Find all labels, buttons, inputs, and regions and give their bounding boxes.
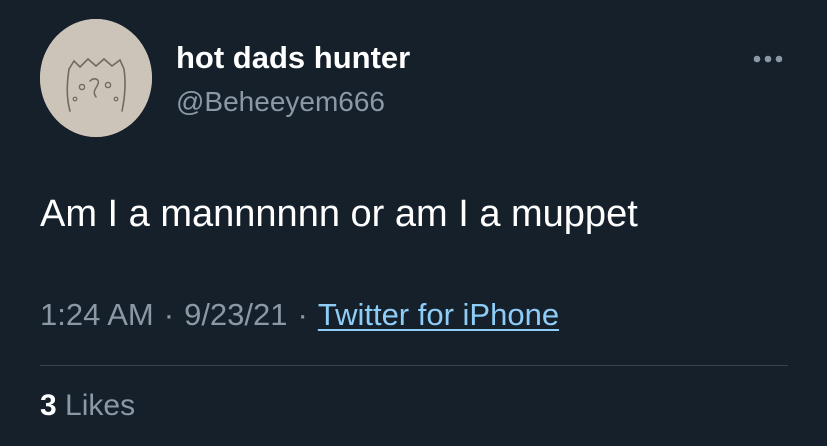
more-options-button[interactable] <box>751 44 791 74</box>
meta-separator: · <box>297 297 308 332</box>
divider <box>40 365 788 366</box>
likes-stat[interactable]: 3 Likes <box>40 389 135 423</box>
tweet-detail: hot dads hunter @Beheeyem666 Am I a mann… <box>0 0 827 446</box>
meta-separator: · <box>163 297 175 332</box>
avatar[interactable] <box>40 19 152 137</box>
doodle-face-avatar-icon <box>40 19 152 137</box>
author-handle[interactable]: @Beheeyem666 <box>176 86 385 118</box>
likes-count: 3 <box>40 389 57 422</box>
likes-label: Likes <box>65 389 136 422</box>
more-options-icon <box>753 55 783 63</box>
tweet-metadata: 1:24 AM · 9/23/21 · Twitter for iPhone <box>40 297 559 333</box>
tweet-text: Am I a mannnnnn or am I a muppet <box>40 193 638 235</box>
tweet-time[interactable]: 1:24 AM <box>40 297 154 332</box>
tweet-date[interactable]: 9/23/21 <box>184 297 287 332</box>
tweet-source-link[interactable]: Twitter for iPhone <box>318 297 559 332</box>
author-display-name[interactable]: hot dads hunter <box>176 40 410 76</box>
